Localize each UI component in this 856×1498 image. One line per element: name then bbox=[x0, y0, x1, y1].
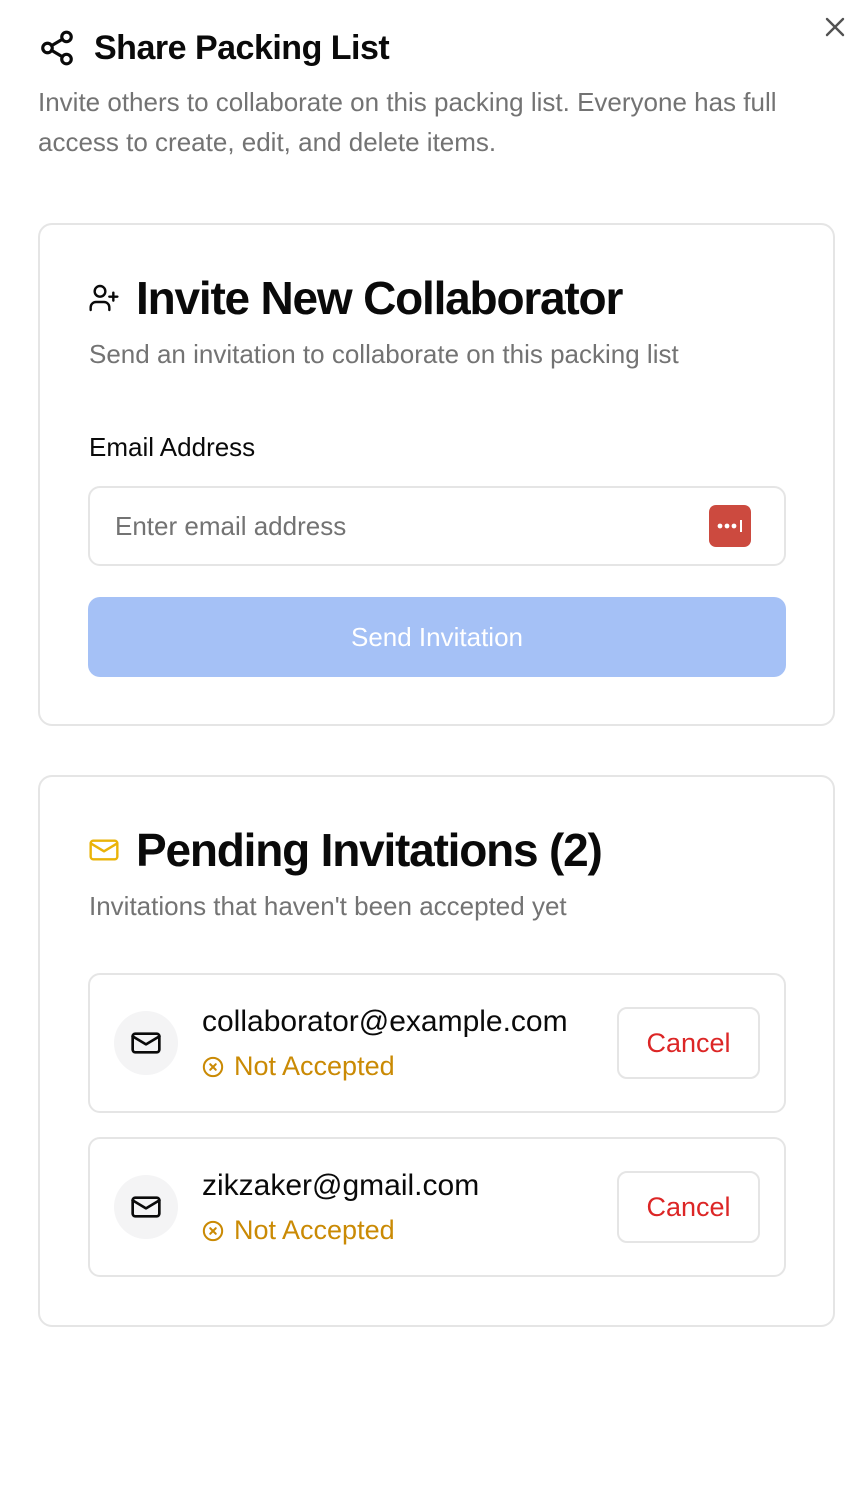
invitation-item: collaborator@example.com Not Accepted Ca… bbox=[88, 973, 786, 1113]
pending-card-description: Invitations that haven't been accepted y… bbox=[89, 891, 567, 921]
invitation-email: collaborator@example.com bbox=[202, 1005, 568, 1038]
invitation-email: zikzaker@gmail.com bbox=[202, 1169, 480, 1202]
invitation-item: zikzaker@gmail.com Not Accepted Cancel bbox=[88, 1137, 786, 1277]
avatar bbox=[114, 1175, 178, 1239]
mail-icon bbox=[131, 1032, 161, 1054]
x-circle-icon bbox=[202, 1056, 224, 1078]
share-icon bbox=[38, 29, 76, 67]
avatar bbox=[114, 1011, 178, 1075]
mail-icon bbox=[131, 1196, 161, 1218]
invite-card-header: Invite New Collaborator bbox=[88, 271, 623, 325]
mail-icon bbox=[88, 834, 120, 866]
email-input[interactable] bbox=[90, 488, 784, 564]
close-button[interactable] bbox=[820, 12, 850, 42]
status-text: Not Accepted bbox=[234, 1215, 395, 1245]
send-invitation-button[interactable]: Send Invitation bbox=[88, 597, 786, 677]
password-manager-icon[interactable] bbox=[709, 505, 751, 547]
pending-invitations-card: Pending Invitations (2) Invitations that… bbox=[38, 775, 835, 1327]
dialog-header: Share Packing List bbox=[38, 26, 390, 70]
pending-card-title: Pending Invitations (2) bbox=[136, 824, 603, 876]
email-field[interactable] bbox=[88, 486, 786, 566]
email-label: Email Address bbox=[89, 432, 256, 462]
cancel-invitation-button[interactable]: Cancel bbox=[617, 1171, 760, 1243]
invite-card: Invite New Collaborator Send an invitati… bbox=[38, 223, 835, 726]
invite-card-title: Invite New Collaborator bbox=[136, 272, 623, 324]
user-plus-icon bbox=[88, 282, 120, 314]
status-badge: Not Accepted bbox=[202, 1215, 395, 1246]
cancel-invitation-button[interactable]: Cancel bbox=[617, 1007, 760, 1079]
dialog-description: Invite others to collaborate on this pac… bbox=[38, 87, 777, 157]
close-icon[interactable] bbox=[824, 16, 846, 38]
status-text: Not Accepted bbox=[234, 1051, 395, 1081]
dialog-title: Share Packing List bbox=[94, 28, 390, 67]
share-dialog: Share Packing List Invite others to coll… bbox=[0, 0, 856, 1498]
x-circle-icon bbox=[202, 1220, 224, 1242]
pending-card-header: Pending Invitations (2) bbox=[88, 823, 603, 877]
status-badge: Not Accepted bbox=[202, 1051, 395, 1082]
invite-card-description: Send an invitation to collaborate on thi… bbox=[89, 339, 679, 369]
